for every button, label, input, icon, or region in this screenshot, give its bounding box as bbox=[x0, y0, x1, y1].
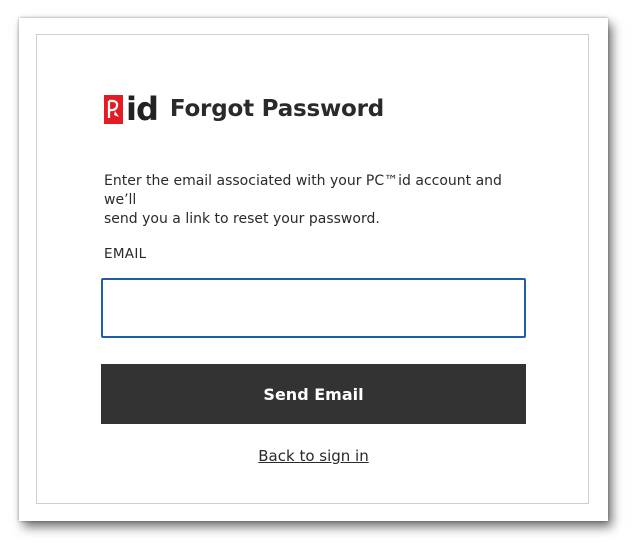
send-email-button[interactable]: Send Email bbox=[101, 364, 526, 424]
page-title: Forgot Password bbox=[169, 96, 385, 122]
email-field[interactable] bbox=[101, 278, 526, 338]
intro-line-2: send you a link to reset your password. bbox=[104, 211, 380, 227]
intro-line-1: Enter the email associated with your PC™… bbox=[104, 173, 502, 208]
pc-maple-leaf-logo-icon bbox=[104, 94, 123, 124]
back-link-container: Back to sign in bbox=[37, 447, 590, 465]
email-label: EMAIL bbox=[104, 246, 147, 262]
page-header: id Forgot Password bbox=[104, 91, 384, 127]
logo-wordmark: id bbox=[126, 90, 159, 128]
pc-id-logo: id bbox=[104, 90, 159, 128]
dialog-window: id Forgot Password Enter the email assoc… bbox=[19, 18, 608, 521]
forgot-password-card: id Forgot Password Enter the email assoc… bbox=[36, 34, 589, 504]
intro-text: Enter the email associated with your PC™… bbox=[104, 172, 534, 229]
back-to-sign-in-link[interactable]: Back to sign in bbox=[258, 447, 368, 465]
